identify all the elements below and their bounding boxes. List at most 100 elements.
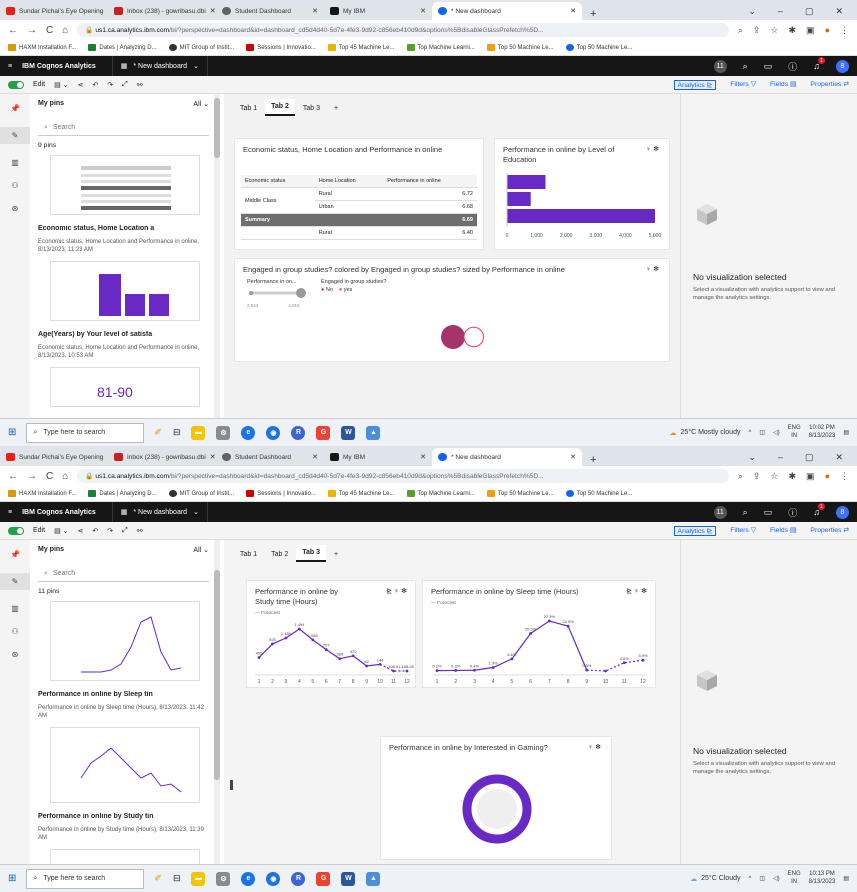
share-icon[interactable]: ⋖ bbox=[78, 81, 84, 89]
chart-icon[interactable]: ▥ bbox=[11, 158, 19, 167]
browser-tab[interactable]: My IBM ✕ bbox=[324, 448, 432, 466]
chevron-down-icon[interactable]: ⌄ bbox=[748, 452, 756, 463]
bar-widget[interactable]: Performance in online by Level of Educat… bbox=[494, 138, 670, 250]
expand-icon[interactable]: ⤢ bbox=[122, 527, 128, 535]
file-explorer-icon[interactable]: ▬ bbox=[191, 871, 206, 886]
close-icon[interactable]: ✕ bbox=[420, 7, 426, 15]
link-icon[interactable]: ⚯ bbox=[137, 527, 143, 535]
taskbar-search[interactable]: ⌕ Type here to search bbox=[26, 422, 145, 443]
lightbulb-icon[interactable]: ♀ bbox=[394, 588, 399, 595]
new-tab-button[interactable]: + bbox=[582, 8, 604, 20]
bookmark[interactable]: Top 50 Machine Le... bbox=[565, 490, 632, 497]
settings-icon[interactable]: ✻ bbox=[401, 588, 407, 595]
close-window-button[interactable]: ✕ bbox=[835, 6, 843, 17]
home-icon[interactable]: ⌂ bbox=[62, 25, 68, 36]
avatar[interactable]: 8 bbox=[836, 59, 849, 73]
chrome-icon[interactable]: G bbox=[316, 871, 331, 886]
study-line-widget[interactable]: Performance in online by Study time (Hou… bbox=[246, 580, 416, 688]
pin-title[interactable]: Performance in online by Sleep tin bbox=[38, 691, 209, 698]
close-icon[interactable]: ✕ bbox=[312, 453, 318, 461]
bell-icon[interactable]: ♫ 1 bbox=[813, 57, 825, 71]
edge-icon[interactable]: e bbox=[241, 871, 256, 886]
lightbulb-icon[interactable]: ♀ bbox=[588, 744, 593, 751]
browser-tab[interactable]: Sundar Pichai's Eye Opening✕ bbox=[0, 2, 108, 20]
chart-icon[interactable]: ▥ bbox=[11, 604, 19, 613]
pins-scrollbar[interactable] bbox=[214, 94, 220, 418]
maximize-button[interactable]: ▢ bbox=[805, 6, 814, 17]
expand-icon[interactable]: ⤢ bbox=[122, 81, 128, 89]
url-field[interactable]: 🔒 us1.ca.analytics.ibm.com/bi/?perspecti… bbox=[77, 469, 729, 483]
widget-actions[interactable]: ♀ ✻ bbox=[588, 743, 601, 751]
pin-title[interactable]: Age(Years) by Your level of satisfa bbox=[38, 331, 209, 338]
hamburger-icon[interactable]: ≡ bbox=[8, 509, 12, 516]
widget-actions[interactable]: ♀ ✻ bbox=[646, 145, 659, 153]
minimize-button[interactable]: – bbox=[778, 452, 783, 462]
network-icon[interactable]: ◫ bbox=[759, 429, 765, 436]
tray-chevron-icon[interactable]: ^ bbox=[748, 876, 751, 882]
undo-icon[interactable]: ↶ bbox=[92, 81, 98, 89]
volume-icon[interactable]: ◁) bbox=[773, 875, 780, 882]
star-icon[interactable]: ☆ bbox=[770, 471, 778, 482]
browser-tab[interactable]: Student Dashboard ✕ bbox=[216, 2, 324, 20]
back-icon[interactable]: ← bbox=[8, 471, 18, 482]
bell-icon[interactable]: ♫ 1 bbox=[813, 503, 825, 517]
bookmark[interactable]: Top Machine Learni... bbox=[406, 490, 475, 497]
menu-icon[interactable]: ⋮ bbox=[840, 25, 849, 36]
pin-panel-icon[interactable]: ✎ bbox=[0, 127, 30, 144]
redo-icon[interactable]: ↷ bbox=[107, 81, 113, 89]
link-icon[interactable]: ⚯ bbox=[137, 81, 143, 89]
task-view-icon[interactable]: ⊟ bbox=[173, 427, 181, 438]
close-icon[interactable]: ✕ bbox=[570, 7, 576, 15]
tab-1[interactable]: Tab 1 bbox=[234, 547, 263, 562]
notification-badge[interactable]: 11 bbox=[713, 59, 727, 73]
data-icon[interactable]: ⊛ bbox=[12, 650, 19, 659]
pin-thumbnail[interactable] bbox=[50, 260, 200, 321]
back-icon[interactable]: ← bbox=[8, 25, 18, 36]
close-icon[interactable]: ✕ bbox=[312, 7, 318, 15]
file-explorer-icon[interactable]: ▬ bbox=[191, 425, 206, 440]
clock[interactable]: 10:02 PM 8/13/2023 bbox=[809, 425, 836, 439]
windows-icon[interactable]: ⊞ bbox=[8, 873, 16, 884]
tab-2[interactable]: Tab 2 bbox=[265, 99, 295, 116]
settings-icon[interactable]: ✻ bbox=[653, 146, 659, 153]
windows-icon[interactable]: ⊞ bbox=[8, 427, 16, 438]
browser-tab[interactable]: Student Dashboard ✕ bbox=[216, 448, 324, 466]
bookmark[interactable]: Dates | Analyzing D... bbox=[88, 490, 157, 497]
fields-button[interactable]: Fields ▤ bbox=[770, 80, 796, 90]
tab-2[interactable]: Tab 2 bbox=[265, 547, 294, 562]
properties-button[interactable]: Properties ⇄ bbox=[810, 80, 849, 90]
close-icon[interactable]: ✕ bbox=[210, 453, 216, 461]
bookmark[interactable]: Top Machine Learni... bbox=[406, 44, 475, 51]
taskbar-search[interactable]: ⌕ Type here to search bbox=[26, 868, 145, 889]
resize-handle[interactable] bbox=[230, 780, 233, 790]
widget-actions[interactable]: ⊵ ♀ ✻ bbox=[386, 587, 407, 595]
profile-icon[interactable]: ● bbox=[825, 25, 830, 35]
profile-icon[interactable]: ● bbox=[825, 471, 830, 481]
pin-thumbnail[interactable] bbox=[50, 155, 200, 215]
network-icon[interactable]: ◫ bbox=[759, 875, 765, 882]
app-icon[interactable]: R bbox=[291, 425, 306, 440]
photos-icon[interactable]: ▲ bbox=[366, 871, 381, 886]
settings-icon[interactable]: ✻ bbox=[641, 588, 647, 595]
avatar[interactable]: 8 bbox=[836, 505, 849, 519]
share-icon[interactable]: ⋖ bbox=[78, 527, 84, 535]
maximize-button[interactable]: ▢ bbox=[805, 452, 814, 463]
analytics-button[interactable]: Analytics ⊵ bbox=[673, 525, 717, 536]
bookmark[interactable]: MIT Group of Instit... bbox=[168, 44, 234, 51]
browser-tab[interactable]: Inbox (238) - gowribasu.dbi ✕ bbox=[108, 448, 216, 466]
browser-tab[interactable]: Inbox (238) - gowribasu.dbi ✕ bbox=[108, 2, 216, 20]
lightbulb-icon[interactable]: ♀ bbox=[634, 588, 639, 595]
chat-icon[interactable]: ▭ bbox=[764, 61, 773, 72]
bookmark[interactable]: Top 50 Machine Le... bbox=[486, 44, 554, 51]
forward-icon[interactable]: → bbox=[27, 25, 37, 36]
bookmark[interactable]: HAXM Installation F... bbox=[8, 490, 76, 497]
assistant-icon[interactable]: ⚇ bbox=[11, 627, 18, 636]
edit-toggle[interactable] bbox=[8, 80, 24, 89]
search-icon[interactable]: ⌕ bbox=[743, 61, 748, 72]
bookmark[interactable]: Sessions | Innovatio... bbox=[246, 490, 316, 497]
tab-3[interactable]: Tab 3 bbox=[297, 101, 326, 116]
chat-icon[interactable]: ▭ bbox=[764, 507, 773, 518]
pins-filter[interactable]: All ⌄ bbox=[193, 546, 209, 554]
donut-widget[interactable]: Performance in online by Interested in G… bbox=[380, 736, 612, 860]
data-icon[interactable]: ⊛ bbox=[12, 204, 19, 213]
